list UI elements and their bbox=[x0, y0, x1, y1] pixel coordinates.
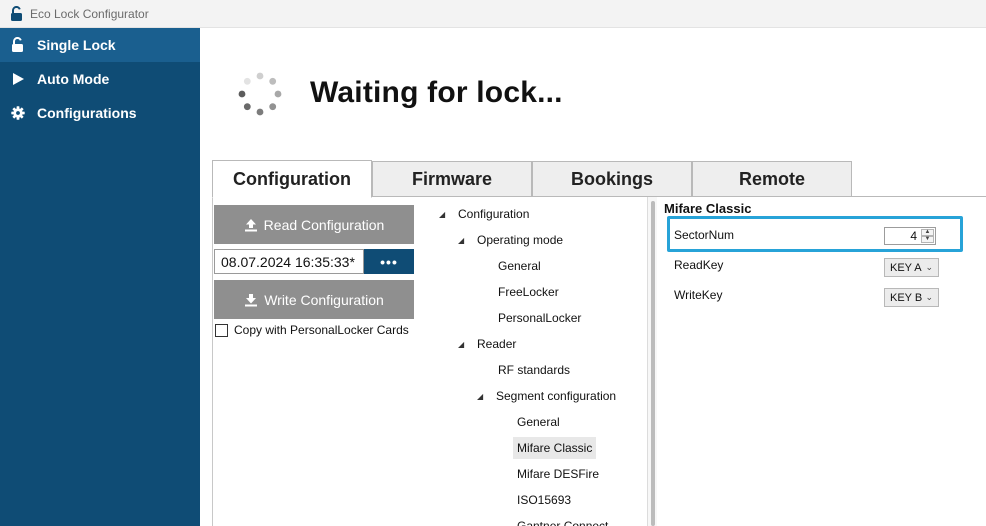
play-icon bbox=[10, 71, 26, 87]
readkey-value: KEY A bbox=[890, 261, 922, 274]
sidebar-item-auto-mode[interactable]: Auto Mode bbox=[0, 62, 200, 96]
status-message: Waiting for lock... bbox=[310, 76, 563, 109]
tree-node-operating-mode[interactable]: ◢ Operating mode bbox=[458, 229, 563, 251]
tree-node-personallocker[interactable]: PersonalLocker bbox=[498, 307, 581, 329]
configuration-tree: ◢ Configuration ◢ Operating mode General… bbox=[434, 197, 644, 526]
readkey-label: ReadKey bbox=[674, 258, 724, 272]
read-configuration-button[interactable]: Read Configuration bbox=[214, 205, 414, 244]
properties-title: Mifare Classic bbox=[664, 201, 752, 216]
sidebar: Single Lock Auto Mode Configurations bbox=[0, 28, 200, 526]
sectornum-spin[interactable]: ▲ ▼ bbox=[921, 229, 934, 243]
main-area: Waiting for lock... Configuration Firmwa… bbox=[200, 28, 986, 526]
read-configuration-label: Read Configuration bbox=[263, 216, 385, 233]
expand-arrow-icon[interactable]: ◢ bbox=[439, 210, 449, 219]
readkey-dropdown[interactable]: KEY A ⌄ bbox=[884, 258, 939, 277]
sidebar-item-single-lock[interactable]: Single Lock bbox=[0, 28, 200, 62]
sidebar-item-label: Single Lock bbox=[37, 37, 116, 53]
tree-node-label: Segment configuration bbox=[496, 389, 617, 403]
unlock-icon bbox=[10, 37, 26, 53]
scrollbar-thumb[interactable] bbox=[651, 201, 655, 526]
timestamp-field[interactable]: 08.07.2024 16:35:33* bbox=[214, 249, 364, 274]
upload-icon bbox=[244, 218, 258, 232]
download-icon bbox=[244, 293, 258, 307]
tree-scrollbar[interactable] bbox=[647, 197, 657, 526]
expand-arrow-icon[interactable]: ◢ bbox=[458, 340, 468, 349]
chevron-down-icon: ⌄ bbox=[925, 262, 933, 272]
chevron-down-icon: ⌄ bbox=[925, 292, 933, 302]
sectornum-value: 4 bbox=[910, 229, 917, 243]
tree-node-reader[interactable]: ◢ Reader bbox=[458, 333, 516, 355]
sectornum-label: SectorNum bbox=[674, 228, 735, 242]
gear-icon bbox=[10, 105, 26, 121]
tab-bookings[interactable]: Bookings bbox=[532, 161, 692, 197]
tree-node-iso15693[interactable]: ISO15693 bbox=[517, 489, 571, 511]
loading-spinner-icon bbox=[238, 72, 282, 116]
tree-node-label: Operating mode bbox=[477, 233, 564, 247]
tree-node-gantner-connect[interactable]: Gantner Connect bbox=[517, 515, 608, 526]
configuration-panel: Read Configuration 08.07.2024 16:35:33* … bbox=[212, 197, 986, 526]
spin-up-icon[interactable]: ▲ bbox=[921, 229, 934, 236]
write-configuration-label: Write Configuration bbox=[264, 291, 384, 308]
title-bar: Eco Lock Configurator bbox=[0, 0, 986, 28]
tree-node-mifare-desfire[interactable]: Mifare DESFire bbox=[517, 463, 599, 485]
writekey-dropdown[interactable]: KEY B ⌄ bbox=[884, 288, 939, 307]
tree-node-segment-general[interactable]: General bbox=[517, 411, 560, 433]
window-title: Eco Lock Configurator bbox=[30, 6, 149, 21]
tree-node-segment-configuration[interactable]: ◢ Segment configuration bbox=[477, 385, 616, 407]
tab-configuration[interactable]: Configuration bbox=[212, 160, 372, 198]
tree-node-freelocker[interactable]: FreeLocker bbox=[498, 281, 559, 303]
tree-node-general[interactable]: General bbox=[498, 255, 541, 277]
tab-firmware[interactable]: Firmware bbox=[372, 161, 532, 197]
tree-node-mifare-classic[interactable]: Mifare Classic bbox=[513, 437, 597, 459]
sidebar-item-label: Auto Mode bbox=[37, 71, 110, 87]
expand-arrow-icon[interactable]: ◢ bbox=[477, 392, 487, 401]
tree-node-label: Reader bbox=[477, 337, 517, 351]
browse-button[interactable]: ••• bbox=[364, 249, 414, 274]
properties-panel: Mifare Classic SectorNum 4 ▲ ▼ ReadKey K… bbox=[664, 197, 986, 526]
tree-node-rf-standards[interactable]: RF standards bbox=[498, 359, 570, 381]
copy-personallocker-label: Copy with PersonalLocker Cards bbox=[234, 323, 409, 337]
expand-arrow-icon[interactable]: ◢ bbox=[458, 236, 468, 245]
writekey-label: WriteKey bbox=[674, 288, 723, 302]
tree-node-label: Configuration bbox=[458, 207, 530, 221]
sidebar-item-label: Configurations bbox=[37, 105, 137, 121]
tree-node-configuration[interactable]: ◢ Configuration bbox=[439, 203, 529, 225]
sidebar-item-configurations[interactable]: Configurations bbox=[0, 96, 200, 130]
copy-personallocker-row[interactable]: Copy with PersonalLocker Cards bbox=[215, 323, 409, 337]
sectornum-stepper[interactable]: 4 ▲ ▼ bbox=[884, 227, 936, 245]
spin-down-icon[interactable]: ▼ bbox=[921, 236, 934, 243]
unlock-icon bbox=[10, 5, 24, 22]
tab-remote[interactable]: Remote bbox=[692, 161, 852, 197]
write-configuration-button[interactable]: Write Configuration bbox=[214, 280, 414, 319]
writekey-value: KEY B bbox=[890, 291, 923, 304]
copy-personallocker-checkbox[interactable] bbox=[215, 323, 228, 337]
